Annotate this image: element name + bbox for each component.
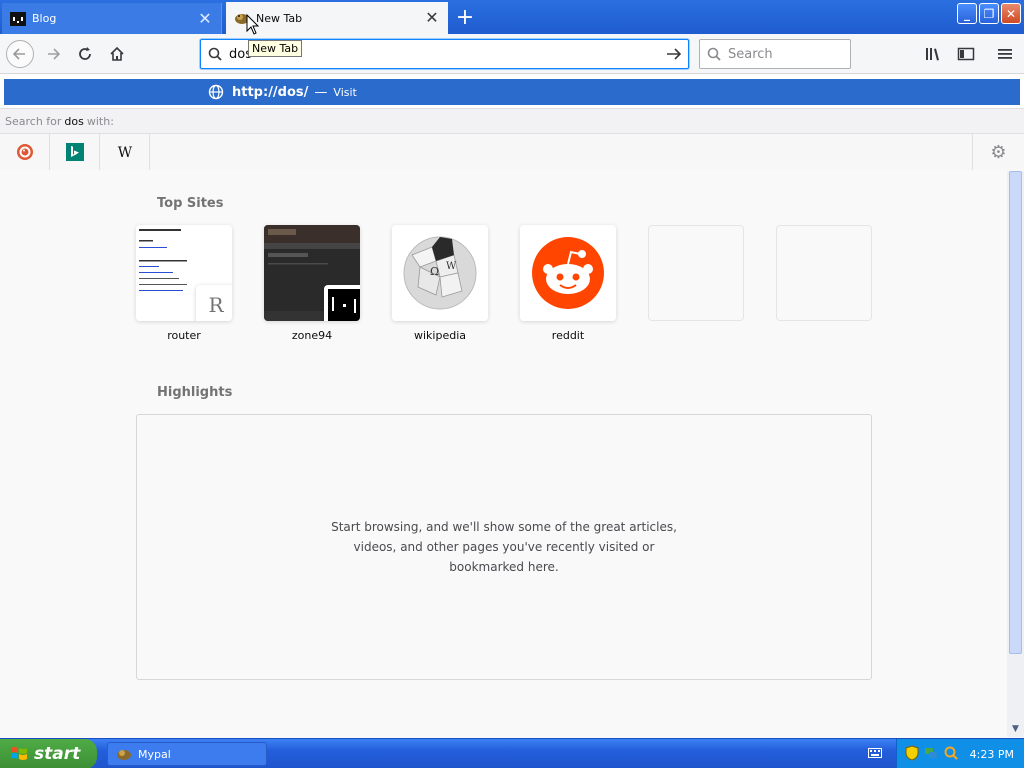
forward-button[interactable] xyxy=(39,40,67,68)
home-button[interactable] xyxy=(103,40,131,68)
new-tab-button[interactable]: + xyxy=(452,4,478,30)
suggestion-action: Visit xyxy=(333,85,357,99)
start-label: start xyxy=(34,744,81,764)
site-label: wikipedia xyxy=(413,329,466,342)
taskbar-item-mypal[interactable]: Mypal xyxy=(107,742,267,766)
top-sites-heading: Top Sites xyxy=(157,196,224,211)
globe-icon xyxy=(208,84,224,100)
site-letter-icon: R xyxy=(196,285,232,321)
site-label: router xyxy=(167,329,201,342)
library-icon[interactable] xyxy=(923,43,945,65)
search-settings-button[interactable]: ⚙ xyxy=(972,134,1024,170)
svg-text:W: W xyxy=(117,145,132,161)
scrollbar-thumb[interactable] xyxy=(1009,171,1022,654)
windows-flag-icon xyxy=(10,745,28,763)
bing-icon xyxy=(65,143,84,161)
wikipedia-globe-icon: ΩW xyxy=(392,225,488,321)
highlights-message: Start browsing, and we'll show some of t… xyxy=(331,520,677,574)
search-for-term: dos xyxy=(64,114,84,128)
tab-title: Blog xyxy=(32,12,57,25)
top-site-tile[interactable]: R router xyxy=(136,225,232,342)
search-bar[interactable]: Search xyxy=(699,39,851,69)
pong-favicon-icon xyxy=(324,285,360,321)
wikipedia-icon: W xyxy=(117,145,132,161)
terminal-favicon-icon xyxy=(10,11,26,26)
site-label: reddit xyxy=(551,329,585,342)
url-autocomplete-popup: http://dos/ — Visit Search for dos with:… xyxy=(0,74,1024,170)
window-controls: _ ❐ ✕ xyxy=(957,3,1021,24)
close-window-button[interactable]: ✕ xyxy=(1001,3,1021,24)
suggestion-separator: — xyxy=(314,84,328,100)
search-for-suffix: with: xyxy=(86,114,114,128)
search-for-prefix: Search for xyxy=(5,114,62,128)
top-site-tile[interactable]: reddit xyxy=(520,225,616,342)
start-button[interactable]: start xyxy=(0,739,97,768)
highlights-heading: Highlights xyxy=(157,385,233,400)
reload-button[interactable] xyxy=(71,40,99,68)
forward-arrow-icon xyxy=(48,48,60,60)
go-arrow-icon[interactable] xyxy=(660,47,688,61)
network-icon[interactable] xyxy=(923,745,939,764)
sidebar-icon[interactable] xyxy=(955,43,977,65)
keyboard-icon[interactable] xyxy=(868,747,882,762)
tab-title: New Tab xyxy=(256,11,303,25)
search-placeholder: Search xyxy=(728,46,773,62)
site-label: zone94 xyxy=(291,329,333,342)
duckduckgo-icon xyxy=(16,144,33,160)
search-engine-bing[interactable] xyxy=(50,134,100,170)
tab-blog[interactable]: Blog ✕ xyxy=(2,3,222,34)
search-tray-icon[interactable] xyxy=(943,745,959,764)
home-icon xyxy=(110,46,124,61)
new-tab-page: Top Sites R router zone94 ΩW wikipedia r… xyxy=(7,171,1007,737)
close-tab-icon[interactable]: ✕ xyxy=(197,10,213,27)
mouse-cursor-icon xyxy=(246,13,260,39)
search-engine-duckduckgo[interactable] xyxy=(0,134,50,170)
search-engine-wikipedia[interactable]: W xyxy=(100,134,150,170)
tab-strip: Blog ✕ New Tab ✕ + _ ❐ ✕ xyxy=(0,0,1024,34)
empty-site-slot xyxy=(776,225,872,321)
tab-tooltip: New Tab xyxy=(248,40,303,57)
tray-clock: 4:23 PM xyxy=(969,747,1014,761)
site-thumbnail: ΩW xyxy=(392,225,488,321)
menu-icon[interactable] xyxy=(994,43,1016,65)
top-site-tile[interactable]: zone94 xyxy=(264,225,360,342)
gear-icon: ⚙ xyxy=(990,141,1007,163)
security-shield-icon[interactable] xyxy=(905,744,919,764)
taskbar-item-label: Mypal xyxy=(138,747,171,761)
navigation-toolbar: dos Search xyxy=(0,34,1024,74)
one-off-search-engines: W ⚙ xyxy=(0,134,1024,170)
back-button[interactable] xyxy=(6,40,34,68)
top-site-placeholder xyxy=(648,225,744,329)
system-tray: 4:23 PM xyxy=(896,739,1024,768)
site-badge: R xyxy=(208,293,224,317)
mypal-app-icon xyxy=(116,747,132,761)
reddit-icon xyxy=(520,225,616,321)
close-tab-icon[interactable]: ✕ xyxy=(424,10,440,26)
site-thumbnail xyxy=(264,225,360,321)
search-icon xyxy=(201,47,229,61)
top-site-placeholder xyxy=(776,225,872,329)
autocomplete-suggestion[interactable]: http://dos/ — Visit xyxy=(4,79,1020,105)
windows-taskbar: start Mypal 4:23 PM xyxy=(0,738,1024,768)
top-site-tile[interactable]: ΩW wikipedia xyxy=(392,225,488,342)
maximize-button[interactable]: ❐ xyxy=(979,3,999,24)
scroll-down-icon[interactable]: ▼ xyxy=(1009,722,1022,735)
site-thumbnail xyxy=(520,225,616,321)
site-thumbnail: R xyxy=(136,225,232,321)
svg-text:W: W xyxy=(446,261,457,272)
suggestion-url: http://dos/ xyxy=(232,84,309,100)
search-icon xyxy=(700,47,728,61)
svg-text:Ω: Ω xyxy=(430,265,439,278)
minimize-button[interactable]: _ xyxy=(957,3,977,24)
vertical-scrollbar[interactable]: ▼ xyxy=(1007,171,1024,737)
reload-icon xyxy=(79,47,91,60)
search-for-label: Search for dos with: xyxy=(0,108,1024,134)
empty-site-slot xyxy=(648,225,744,321)
highlights-empty-state: Start browsing, and we'll show some of t… xyxy=(136,414,872,680)
back-arrow-icon xyxy=(13,48,25,60)
